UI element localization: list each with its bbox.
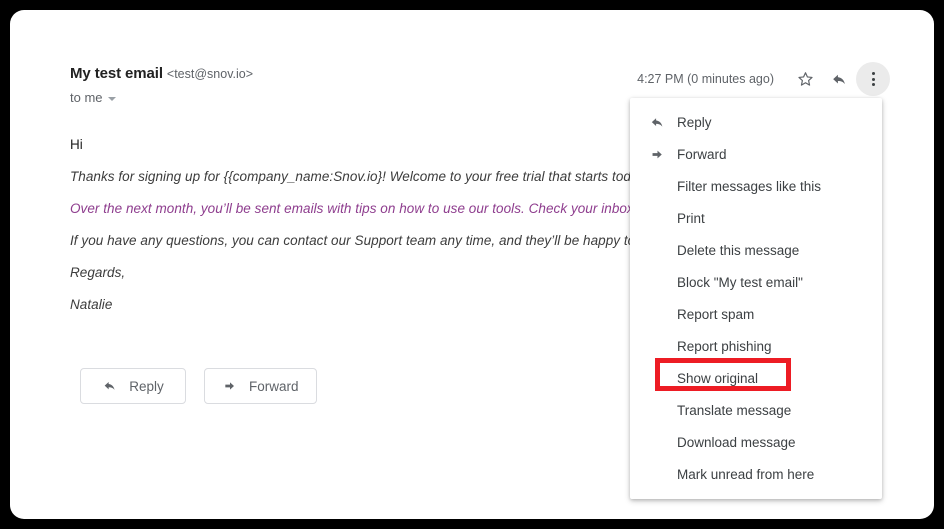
chevron-down-icon [107, 96, 116, 101]
menu-item-label: Delete this message [677, 242, 800, 258]
menu-item-translate-message[interactable]: Translate message [630, 394, 882, 426]
menu-item-label: Show original [677, 370, 759, 386]
menu-item-label: Print [677, 210, 705, 226]
star-button[interactable] [788, 62, 822, 96]
message-action-buttons: Reply Forward [80, 368, 317, 404]
menu-item-label: Filter messages like this [677, 178, 822, 194]
recipient-dropdown[interactable]: to me [70, 90, 116, 105]
sender-line: My test email <test@snov.io> [70, 65, 253, 83]
menu-item-print[interactable]: Print [630, 202, 882, 234]
reply-arrow-icon [832, 74, 845, 84]
menu-item-show-original[interactable]: Show original [630, 362, 882, 394]
menu-item-delete-message[interactable]: Delete this message [630, 234, 882, 266]
message-options-menu: Reply Forward Filter messages like this … [630, 98, 882, 499]
menu-item-block-sender[interactable]: Block "My test email" [630, 266, 882, 298]
recipient-label: to me [70, 90, 103, 105]
forward-arrow-icon [649, 146, 677, 163]
menu-item-label: Mark unread from here [677, 466, 815, 482]
menu-item-label: Reply [677, 114, 712, 130]
screenshot-frame: My test email <test@snov.io> to me 4:27 P… [0, 0, 944, 529]
reply-arrow-icon [649, 114, 677, 131]
menu-item-label: Block "My test email" [677, 274, 803, 290]
reply-button-label: Reply [129, 378, 164, 394]
forward-button-bottom[interactable]: Forward [204, 368, 317, 404]
more-options-button[interactable] [856, 62, 890, 96]
reply-button-bottom[interactable]: Reply [80, 368, 186, 404]
forward-arrow-icon [225, 382, 234, 390]
menu-item-forward[interactable]: Forward [630, 138, 882, 170]
email-card: My test email <test@snov.io> to me 4:27 P… [10, 10, 934, 519]
sender-email: <test@snov.io> [166, 67, 254, 81]
forward-button-label: Forward [249, 378, 299, 394]
menu-item-download-message[interactable]: Download message [630, 426, 882, 458]
menu-item-report-phishing[interactable]: Report phishing [630, 330, 882, 362]
reply-arrow-icon [104, 382, 115, 390]
menu-item-mark-unread[interactable]: Mark unread from here [630, 458, 882, 490]
menu-item-label: Report phishing [677, 338, 772, 354]
menu-item-report-spam[interactable]: Report spam [630, 298, 882, 330]
more-vertical-icon [871, 72, 875, 86]
message-timestamp: 4:27 PM (0 minutes ago) [637, 72, 774, 86]
menu-item-label: Report spam [677, 306, 755, 322]
menu-item-label: Forward [677, 146, 727, 162]
menu-item-filter-messages[interactable]: Filter messages like this [630, 170, 882, 202]
sender-name: My test email [70, 65, 163, 82]
menu-item-label: Translate message [677, 402, 792, 418]
reply-button[interactable] [822, 62, 856, 96]
star-outline-icon [797, 71, 813, 86]
menu-item-reply[interactable]: Reply [630, 106, 882, 138]
menu-item-label: Download message [677, 434, 796, 450]
header-actions: 4:27 PM (0 minutes ago) [637, 62, 890, 96]
